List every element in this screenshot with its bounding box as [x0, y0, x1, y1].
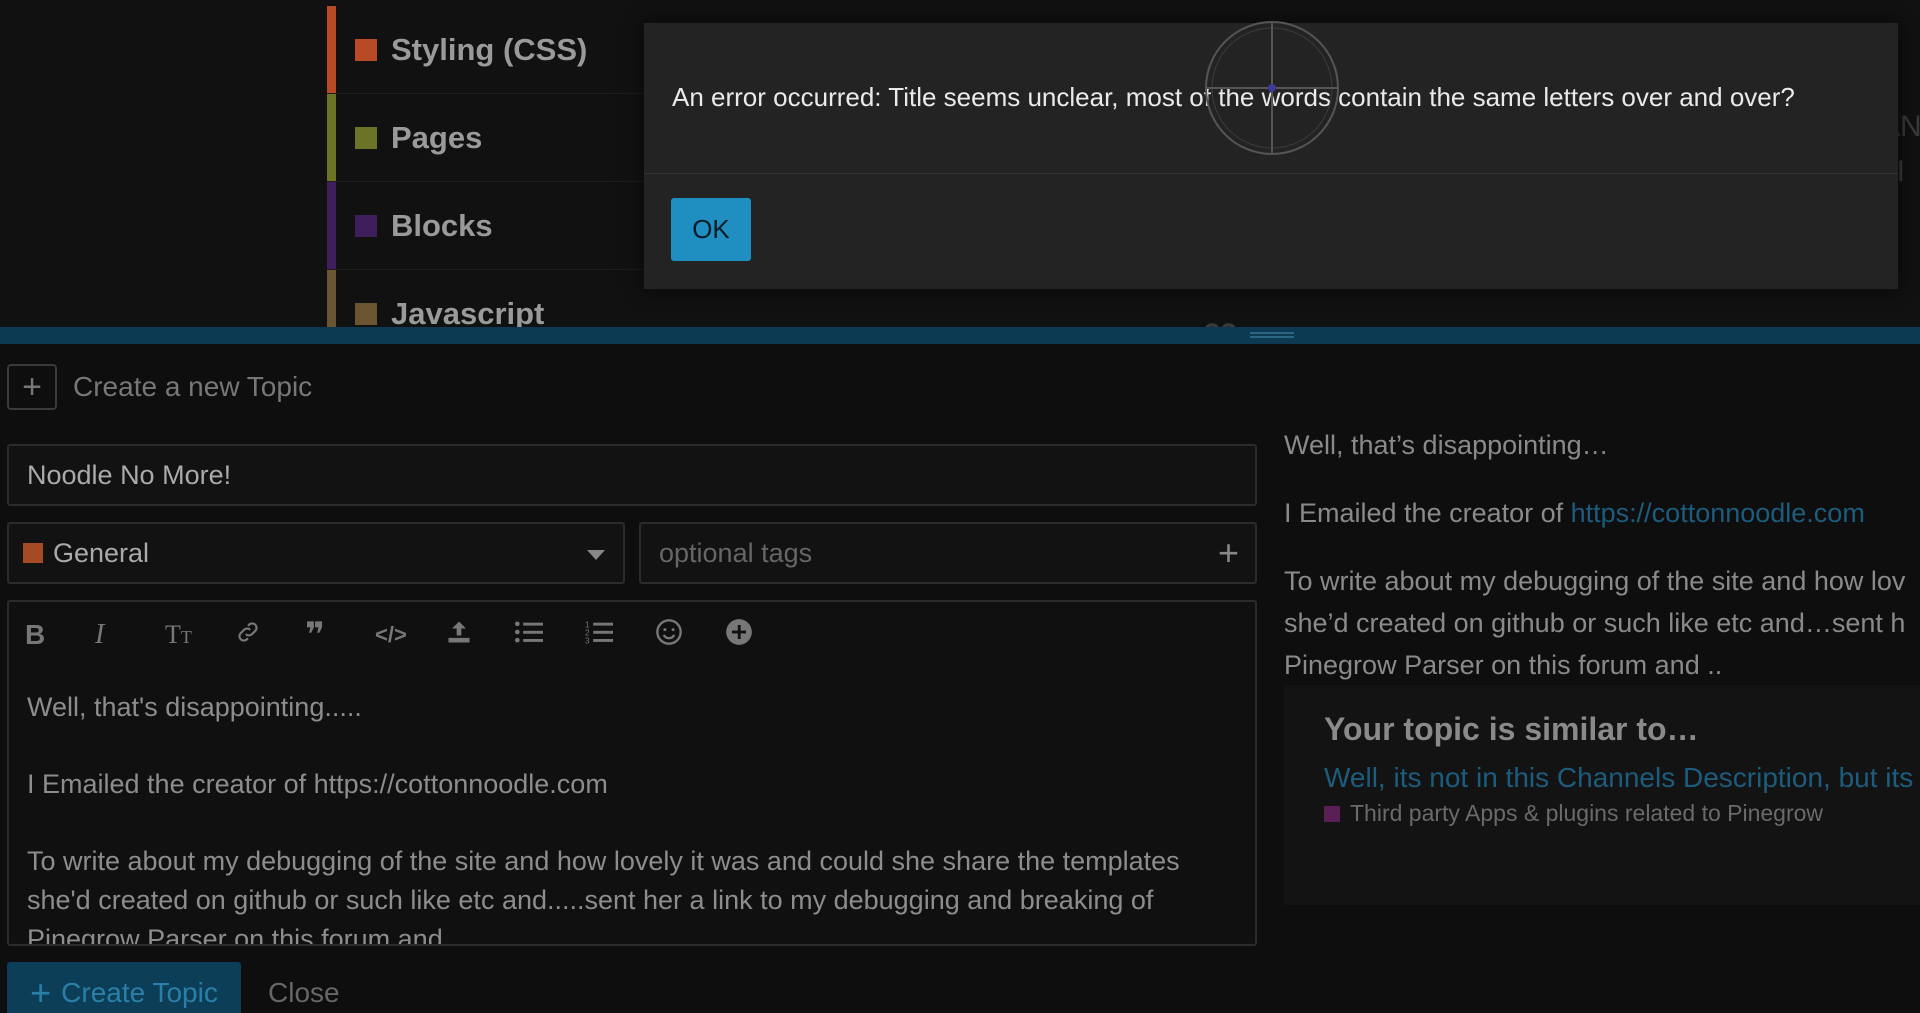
- italic-icon[interactable]: I: [93, 619, 163, 651]
- category-name: Styling (CSS): [391, 31, 588, 67]
- chevron-down-icon: [587, 550, 605, 560]
- add-circle-icon[interactable]: [723, 618, 793, 653]
- category-stripe: [327, 94, 336, 181]
- category-select[interactable]: General: [7, 522, 625, 584]
- preview-link[interactable]: https://cottonnoodle.com: [1571, 498, 1865, 528]
- topic-title-input[interactable]: Noodle No More!: [7, 444, 1257, 506]
- code-icon[interactable]: </>: [373, 622, 443, 648]
- heading-icon[interactable]: TT: [163, 620, 233, 650]
- similar-topics-heading: Your topic is similar to…: [1324, 711, 1699, 747]
- bullet-list-icon[interactable]: [513, 619, 583, 651]
- similar-topic-link[interactable]: Well, its not in this Channels Descripti…: [1324, 762, 1913, 794]
- similar-topic-category: Third party Apps & plugins related to Pi…: [1324, 800, 1884, 827]
- preview-line: she’d created on github or such like etc…: [1284, 608, 1906, 638]
- preview-text: I Emailed the creator of: [1284, 498, 1571, 528]
- category-color-badge: [355, 126, 377, 149]
- svg-text:3: 3: [585, 636, 590, 644]
- category-color-badge: [355, 302, 377, 325]
- quote-icon[interactable]: ❞: [303, 615, 373, 655]
- preview-line: Well, that’s disappointing…: [1284, 430, 1609, 460]
- preview-line: Pinegrow Parser on this forum and ..: [1284, 650, 1723, 680]
- tags-input[interactable]: optional tags +: [639, 522, 1257, 584]
- similar-topic-category-name: Third party Apps & plugins related to Pi…: [1350, 800, 1824, 826]
- category-color-badge: [355, 38, 377, 61]
- close-button[interactable]: Close: [268, 977, 340, 1009]
- category-select-value: General: [53, 537, 150, 568]
- create-topic-label: Create Topic: [61, 977, 218, 1008]
- dialog-footer: OK: [644, 174, 1898, 285]
- editor-line: To write about my debugging of the site …: [27, 846, 1180, 946]
- category-stripe: [327, 182, 336, 269]
- topic-title-value: Noodle No More!: [27, 459, 232, 490]
- composer-resize-grip[interactable]: [1250, 332, 1294, 338]
- tags-placeholder: optional tags: [659, 537, 813, 568]
- category-stripe: [327, 6, 336, 93]
- composer-preview: Well, that’s disappointing… I Emailed th…: [1284, 424, 1920, 686]
- category-color-badge: [1324, 805, 1340, 822]
- bold-icon[interactable]: B: [23, 619, 93, 651]
- category-name: Pages: [391, 119, 483, 155]
- topic-composer: + Create a new Topic Noodle No More! Gen…: [0, 327, 1920, 1013]
- numbered-list-icon[interactable]: 123: [583, 619, 653, 652]
- link-icon[interactable]: [233, 619, 303, 652]
- create-topic-button[interactable]: + Create Topic: [7, 962, 241, 1013]
- upload-icon[interactable]: [443, 618, 513, 653]
- composer-header: + Create a new Topic: [7, 364, 312, 410]
- composer-editor: B I TT ❞ </> 123 Well, that's disappoint…: [7, 600, 1257, 946]
- ok-button[interactable]: OK: [671, 198, 751, 261]
- editor-toolbar: B I TT ❞ </> 123: [9, 602, 1255, 668]
- category-color-badge: [355, 214, 377, 237]
- preview-line: To write about my debugging of the site …: [1284, 566, 1906, 596]
- editor-line: Well, that's disappointing.....: [27, 692, 362, 722]
- preview-line: I Emailed the creator of https://cottonn…: [1284, 492, 1920, 534]
- plus-icon[interactable]: +: [7, 364, 57, 410]
- editor-textarea[interactable]: Well, that's disappointing..... I Emaile…: [9, 668, 1255, 946]
- plus-icon: +: [30, 972, 52, 1013]
- error-dialog: An error occurred: Title seems unclear, …: [644, 23, 1898, 289]
- emoji-icon[interactable]: [653, 618, 723, 653]
- similar-topics-panel: Your topic is similar to… Well, its not …: [1284, 685, 1920, 905]
- category-color-badge: [23, 543, 43, 563]
- editor-line: I Emailed the creator of https://cottonn…: [27, 769, 608, 799]
- composer-title: Create a new Topic: [73, 371, 313, 402]
- category-name: Blocks: [391, 207, 493, 243]
- plus-icon[interactable]: +: [1218, 532, 1239, 574]
- error-message: An error occurred: Title seems unclear, …: [644, 23, 1898, 174]
